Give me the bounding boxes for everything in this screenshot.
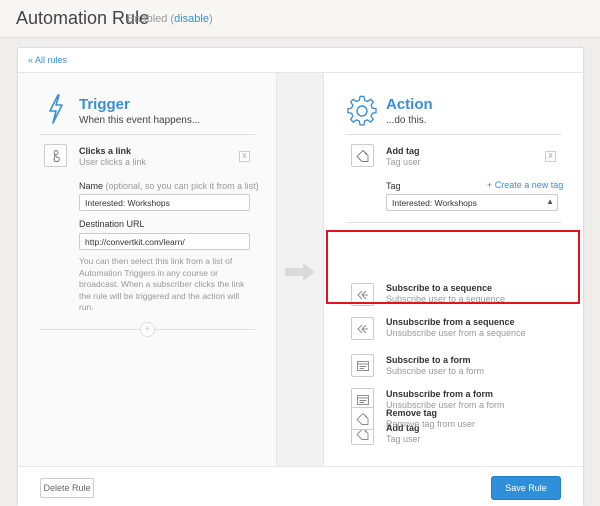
- remove-action-button[interactable]: X: [545, 151, 556, 162]
- option-title: Unsubscribe from a form: [386, 389, 494, 399]
- save-rule-button[interactable]: Save Rule: [491, 476, 561, 500]
- page-header: Automation Rule Enabled (disable): [0, 0, 600, 38]
- highlight-box: [326, 230, 580, 304]
- divider: [346, 222, 561, 223]
- trigger-subtitle: When this event happens...: [79, 115, 201, 126]
- help-line: broadcast. When a subscriber clicks the …: [79, 279, 245, 289]
- sequence-icon: [351, 317, 374, 340]
- help-line: run.: [79, 302, 94, 312]
- name-label: Name (optional, so you can pick it from …: [79, 181, 259, 191]
- create-tag-link[interactable]: + Create a new tag: [487, 180, 563, 190]
- divider: [40, 134, 255, 135]
- divider: [346, 134, 561, 135]
- name-label-text: Name: [79, 181, 104, 191]
- action-title: Action: [386, 96, 433, 113]
- delete-rule-button[interactable]: Delete Rule: [40, 478, 94, 498]
- disable-link[interactable]: disable: [174, 13, 209, 25]
- action-option[interactable]: Subscribe to a form Subscribe user to a …: [324, 351, 583, 383]
- url-label: Destination URL: [79, 219, 145, 229]
- flow-separator: [277, 73, 324, 466]
- arrow-right-icon: [285, 263, 315, 281]
- help-line: Automation Triggers in any course or: [79, 267, 218, 278]
- add-trigger-button[interactable]: +: [140, 322, 155, 337]
- trigger-panel: Trigger When this event happens... Click…: [18, 73, 277, 466]
- action-option[interactable]: [324, 453, 583, 466]
- selected-action-subtitle: Tag user: [386, 157, 421, 167]
- option-subtitle: Subscribe user to a form: [386, 366, 485, 376]
- all-rules-link[interactable]: « All rules: [28, 55, 67, 65]
- status-text: Enabled: [127, 13, 168, 25]
- option-title: Unsubscribe from a sequence: [386, 317, 515, 327]
- action-option[interactable]: Unsubscribe from a sequence Unsubscribe …: [324, 313, 583, 345]
- select-caret-icon: ▲: [546, 197, 554, 206]
- help-line: the rule will be triggered and the actio…: [79, 290, 240, 301]
- click-icon: [44, 144, 67, 167]
- action-option[interactable]: Remove tag Remove tag from user: [324, 404, 583, 436]
- tag-select[interactable]: Interested: Workshops ▲: [386, 194, 558, 211]
- rule-status: Enabled (disable): [127, 13, 213, 25]
- footer: Delete Rule Save Rule: [18, 466, 583, 506]
- name-input[interactable]: Interested: Workshops: [79, 194, 250, 211]
- tag-icon: [351, 144, 374, 167]
- selected-action-title: Add tag: [386, 146, 420, 156]
- url-input[interactable]: http://convertkit.com/learn/: [79, 233, 250, 250]
- event-title: Clicks a link: [79, 146, 132, 156]
- option-title: Subscribe to a form: [386, 355, 471, 365]
- form-icon: [351, 354, 374, 377]
- name-hint: (optional, so you can pick it from a lis…: [105, 181, 259, 191]
- tag-icon: [351, 407, 374, 430]
- help-text: You can then select this link from a lis…: [79, 256, 259, 314]
- option-subtitle: Unsubscribe user from a sequence: [386, 328, 526, 338]
- remove-event-button[interactable]: X: [239, 151, 250, 162]
- event-subtitle: User clicks a link: [79, 157, 147, 167]
- trigger-title: Trigger: [79, 96, 130, 113]
- help-line: You can then select this link from a lis…: [79, 256, 233, 266]
- gear-icon: [347, 95, 377, 126]
- lightning-icon: [49, 94, 63, 124]
- tag-select-value: Interested: Workshops: [392, 198, 477, 208]
- option-subtitle: Remove tag from user: [386, 419, 476, 429]
- action-subtitle: ...do this.: [386, 115, 427, 126]
- option-title: Remove tag: [386, 408, 438, 418]
- tag-label: Tag: [386, 181, 401, 191]
